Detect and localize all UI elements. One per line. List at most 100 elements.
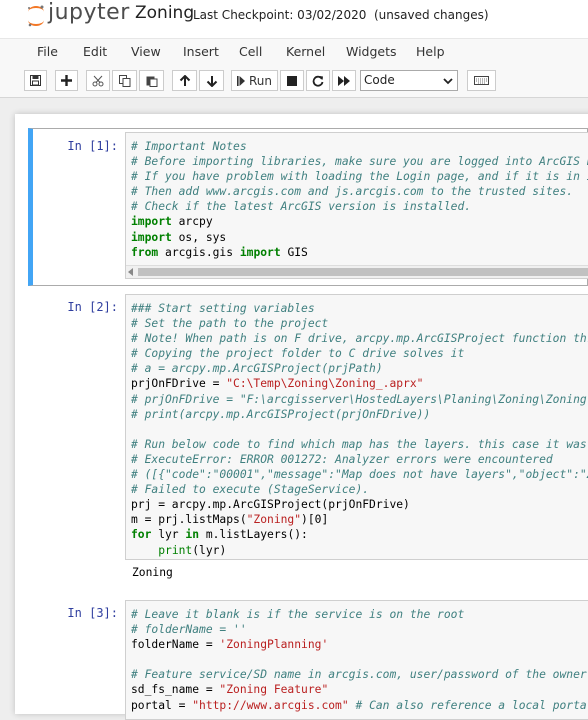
code-line[interactable]: # prjOnFDrive = "F:\arcgisserver\HostedL… <box>131 392 588 407</box>
code-line[interactable]: # Copying the project folder to C drive … <box>131 346 588 361</box>
menu-insert[interactable]: Insert <box>183 44 219 59</box>
menu-kernel[interactable]: Kernel <box>286 44 325 59</box>
code-line[interactable]: # Important Notes <box>131 139 588 154</box>
code-cell-1[interactable]: In [1]: # Important Notes # Before import… <box>28 128 588 286</box>
code-token: import <box>131 230 172 244</box>
code-line[interactable]: import arcpy <box>131 214 588 229</box>
code-token: # Note! When path is on F drive, arcpy.m… <box>131 332 588 346</box>
code-token: 'ZoningPlanning' <box>219 638 329 652</box>
copy-button[interactable] <box>112 70 137 91</box>
restart-run-all-button[interactable] <box>332 70 356 91</box>
code-line[interactable]: # Run below code to find which map has t… <box>131 437 588 452</box>
cut-button[interactable] <box>86 70 110 91</box>
code-token: prjOnFDrive = <box>131 377 227 391</box>
code-editor[interactable]: # Important Notes # Before importing libr… <box>125 132 588 279</box>
code-line[interactable]: prj = arcpy.mp.ArcGISProject(prjOnFDrive… <box>131 497 588 512</box>
code-token: import <box>239 245 281 259</box>
code-token: m.listLayers(): <box>199 528 308 542</box>
run-button-label: Run <box>248 73 272 88</box>
code-line[interactable]: # Leave it blank is if the service is on… <box>131 607 588 622</box>
code-line[interactable]: # ([{"code":"00001","message":"Map does … <box>131 467 588 482</box>
save-button[interactable] <box>24 70 47 91</box>
code-token: GIS <box>280 245 308 259</box>
jupyter-logo-text[interactable]: jupyter <box>48 0 130 25</box>
scrollbar-thumb[interactable] <box>138 268 588 276</box>
code-line[interactable]: # ExecuteError: ERROR 001272: Analyzer e… <box>131 452 588 467</box>
code-token: from <box>131 245 159 259</box>
notebook-container: In [1]: # Important Notes # Before import… <box>15 114 588 720</box>
code-line[interactable]: folderName = 'ZoningPlanning' <box>131 637 588 652</box>
header: jupyter Zoning Last Checkpoint: 03/02/20… <box>0 0 588 38</box>
menu-edit[interactable]: Edit <box>83 44 107 59</box>
code-cell-3[interactable]: In [3]: # Leave it blank is if the servi… <box>28 598 588 720</box>
code-token: in <box>185 528 200 542</box>
arrow-up-icon <box>179 74 191 87</box>
code-line[interactable] <box>131 422 588 437</box>
code-line[interactable]: m = prj.listMaps("Zoning")[0] <box>131 512 588 527</box>
code-line[interactable]: # Note! When path is on F drive, arcpy.m… <box>131 331 588 346</box>
code-token: "Zoning Feature" <box>219 683 329 697</box>
run-button[interactable]: Run <box>231 70 278 91</box>
code-line[interactable]: # Failed to execute (StageService). <box>131 482 588 497</box>
code-line[interactable] <box>131 652 588 667</box>
code-text[interactable]: # Important Notes # Before importing libr… <box>126 133 588 260</box>
menu-file[interactable]: File <box>37 44 58 59</box>
restart-kernel-button[interactable] <box>306 70 330 91</box>
code-token: import <box>131 215 172 229</box>
move-down-button[interactable] <box>199 70 224 91</box>
code-token: # Set the path to the project <box>131 317 329 331</box>
code-line[interactable]: # Before importing libraries, make sure … <box>131 154 588 169</box>
code-line[interactable]: # If you have problem with loading the L… <box>131 169 588 184</box>
code-editor[interactable]: # Leave it blank is if the service is on… <box>125 600 588 720</box>
code-token: # print(arcpy.mp.ArcGISProject(prjOnFDri… <box>131 407 431 421</box>
menu-help[interactable]: Help <box>416 44 445 59</box>
move-up-button[interactable] <box>172 70 197 91</box>
code-line[interactable]: ### Start setting variables <box>131 301 588 316</box>
code-line[interactable]: import os, sys <box>131 230 588 245</box>
horizontal-scrollbar[interactable] <box>126 265 588 278</box>
code-cell-2[interactable]: In [2]: ### Start setting variables # Set… <box>28 292 588 587</box>
notebook-name[interactable]: Zoning <box>135 3 194 23</box>
code-line[interactable]: for lyr in m.listLayers(): <box>131 527 588 542</box>
menu-cell[interactable]: Cell <box>239 44 262 59</box>
code-line[interactable]: sd_fs_name = "Zoning Feature" <box>131 682 588 697</box>
interrupt-kernel-button[interactable] <box>280 70 304 91</box>
code-token: m = prj.listMaps( <box>131 513 247 527</box>
code-token: # folderName = '' <box>131 623 247 637</box>
code-token: # prjOnFDrive = "F:\arcgisserver\HostedL… <box>131 392 588 406</box>
cell-type-select[interactable]: Code <box>360 70 458 91</box>
code-text[interactable]: ### Start setting variables # Set the pat… <box>126 295 588 558</box>
code-line[interactable]: from arcgis.gis import GIS <box>131 245 588 260</box>
code-token: sd_fs_name = <box>131 683 220 697</box>
code-line[interactable]: # Then add www.arcgis.com and js.arcgis.… <box>131 184 588 199</box>
code-line[interactable]: # Set the path to the project <box>131 316 588 331</box>
code-editor[interactable]: ### Start setting variables # Set the pat… <box>125 294 588 560</box>
copy-icon <box>118 74 131 87</box>
code-line[interactable]: prjOnFDrive = "C:\Temp\Zoning\Zoning_.ap… <box>131 376 588 391</box>
code-token: # Before importing libraries, make sure … <box>131 155 588 169</box>
code-line[interactable]: # Check if the latest ArcGIS version is … <box>131 199 588 214</box>
fast-forward-icon <box>338 75 350 86</box>
code-text[interactable]: # Leave it blank is if the service is on… <box>126 601 588 713</box>
code-line[interactable]: # print(arcpy.mp.ArcGISProject(prjOnFDri… <box>131 407 588 422</box>
insert-cell-button[interactable] <box>55 70 78 91</box>
command-palette-button[interactable] <box>467 70 496 91</box>
code-line[interactable]: # folderName = '' <box>131 622 588 637</box>
toolbar: Run Code <box>0 65 588 98</box>
menu-widgets[interactable]: Widgets <box>346 44 397 59</box>
scroll-left-arrow-icon[interactable] <box>128 268 133 276</box>
code-line[interactable]: portal = "http://www.arcgis.com" # Can a… <box>131 698 588 713</box>
menubar: File Edit View Insert Cell Kernel Widget… <box>0 38 588 66</box>
cell-prompt: In [3]: <box>67 606 118 620</box>
code-line[interactable]: # Feature service/SD name in arcgis.com,… <box>131 667 588 682</box>
jupyter-logo-icon[interactable] <box>27 5 45 27</box>
paste-button[interactable] <box>139 70 164 91</box>
code-token: arcgis.gis <box>158 245 240 259</box>
code-line[interactable]: print(lyr) <box>131 543 588 558</box>
code-token: # Leave it blank is if the service is on… <box>131 608 465 621</box>
code-line[interactable]: # a = arcpy.mp.ArcGISProject(prjPath) <box>131 361 588 376</box>
checkpoint-status: Last Checkpoint: 03/02/2020 (unsaved cha… <box>193 8 489 22</box>
menu-view[interactable]: View <box>131 44 161 59</box>
autosave-status: (unsaved changes) <box>374 8 489 22</box>
stop-icon <box>287 75 297 86</box>
